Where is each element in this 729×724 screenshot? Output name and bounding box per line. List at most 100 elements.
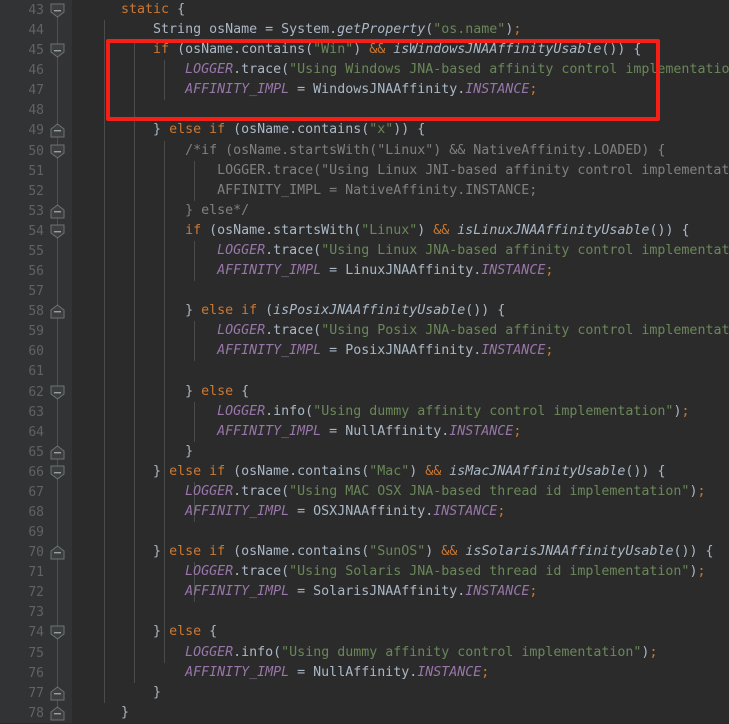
line-number-50: 50 — [28, 143, 44, 159]
line-number-73: 73 — [28, 605, 44, 621]
code-content-area[interactable]: static { String osName = System.getPrope… — [72, 0, 729, 723]
code-line-60[interactable]: AFFINITY_IMPL = PosixJNAAffinity.INSTANC… — [89, 341, 553, 361]
code-line-77[interactable]: } — [89, 683, 161, 703]
code-token: .trace( — [265, 242, 322, 258]
code-line-64[interactable]: AFFINITY_IMPL = NullAffinity.INSTANCE; — [89, 422, 521, 442]
code-token: ()) { — [625, 463, 666, 479]
code-token: = LinuxJNAAffinity. — [321, 263, 482, 279]
fold-minus-up-icon[interactable] — [50, 123, 65, 138]
code-line-47[interactable]: AFFINITY_IMPL = WindowsJNAAffinity.INSTA… — [89, 80, 537, 100]
code-token: INSTANCE — [481, 343, 546, 359]
code-line-66[interactable]: } else if (osName.contains("Mac") && isM… — [89, 462, 665, 482]
fold-minus-down-icon[interactable] — [50, 625, 65, 641]
fold-minus-up-icon[interactable] — [50, 204, 65, 219]
code-line-67[interactable]: LOGGER.trace("Using MAC OSX JNA-based th… — [89, 482, 705, 502]
fold-minus-down-icon[interactable] — [50, 385, 65, 400]
fold-minus-up-icon[interactable] — [50, 545, 65, 560]
code-token: else if — [169, 463, 226, 479]
code-line-45[interactable]: if (osName.contains("Win") && isWindowsJ… — [89, 40, 641, 60]
code-token: LOGGER — [217, 242, 266, 258]
code-line-59[interactable]: LOGGER.trace("Using Posix JNA-based affi… — [89, 321, 729, 341]
code-token: && — [441, 544, 458, 560]
line-number-72: 72 — [28, 585, 44, 601]
code-line-76[interactable]: AFFINITY_IMPL = NullAffinity.INSTANCE; — [89, 663, 489, 683]
code-token: "os.name" — [433, 22, 506, 38]
code-line-70[interactable]: } else if (osName.contains("SunOS") && i… — [89, 542, 713, 562]
line-number-62: 62 — [28, 384, 44, 400]
line-number-55: 55 — [28, 243, 44, 259]
code-line-43[interactable]: static { — [89, 0, 185, 20]
fold-minus-up-icon[interactable] — [50, 686, 65, 701]
code-line-58[interactable]: } else if (isPosixJNAAffinityUsable()) { — [89, 301, 505, 321]
code-token: "Using dummy affinity control implementa… — [313, 403, 674, 419]
code-token: (osName.contains( — [225, 544, 370, 560]
code-line-51[interactable]: LOGGER.trace("Using Linux JNI-based affi… — [89, 161, 729, 181]
code-editor[interactable]: 43 44 45 46 47 48 49 50 51 52 53 54 55 56 57 58 59 60 61 62… — [0, 0, 729, 723]
code-line-46[interactable]: LOGGER.trace("Using Windows JNA-based af… — [89, 60, 729, 80]
line-number-78: 78 — [28, 705, 44, 721]
code-token: ; — [545, 343, 554, 359]
code-line-54[interactable]: if (osName.startsWith("Linux") && isLinu… — [89, 221, 689, 241]
code-line-50[interactable]: /*if (osName.startsWith("Linux") && Nati… — [89, 141, 665, 161]
fold-minus-down-icon[interactable] — [50, 3, 65, 18]
code-line-56[interactable]: AFFINITY_IMPL = LinuxJNAAffinity.INSTANC… — [89, 261, 553, 281]
code-token: String osName = System. — [89, 22, 338, 38]
code-token: AFFINITY_IMPL — [185, 664, 290, 680]
code-token: "x" — [369, 122, 394, 138]
fold-minus-down-icon[interactable] — [50, 465, 65, 480]
code-token: LOGGER — [185, 62, 234, 78]
code-token: { — [201, 624, 218, 640]
code-token: && — [425, 463, 442, 479]
code-token: } — [89, 463, 170, 479]
code-token: ; — [513, 22, 522, 38]
code-line-63[interactable]: LOGGER.info("Using dummy affinity contro… — [89, 402, 689, 422]
code-line-75[interactable]: LOGGER.info("Using dummy affinity contro… — [89, 643, 657, 663]
line-number-68: 68 — [28, 505, 44, 520]
fold-minus-up-icon[interactable] — [50, 304, 65, 319]
line-number-66: 66 — [28, 464, 44, 480]
code-line-65[interactable]: } — [89, 442, 193, 462]
fold-minus-down-icon[interactable] — [50, 144, 65, 159]
code-token: getProperty — [337, 22, 426, 38]
code-token: { — [233, 383, 250, 399]
fold-minus-down-icon[interactable] — [50, 43, 65, 58]
code-token: } — [89, 544, 170, 560]
code-token: isMacJNAAffinityUsable — [449, 463, 626, 479]
code-line-74[interactable]: } else { — [89, 622, 217, 642]
code-token: /*if (osName.startsWith("Linux") && Nati… — [89, 142, 666, 158]
code-token: .trace( — [233, 483, 290, 499]
line-number-59: 59 — [28, 324, 44, 340]
code-token: isPosixJNAAffinityUsable — [273, 303, 466, 319]
line-number-43: 43 — [28, 3, 44, 18]
line-number-54: 54 — [28, 223, 44, 239]
code-line-44[interactable]: String osName = System.getProperty("os.n… — [89, 20, 521, 40]
code-token: ; — [545, 263, 554, 279]
code-token: ()) { — [465, 303, 506, 319]
code-line-68[interactable]: AFFINITY_IMPL = OSXJNAAffinity.INSTANCE; — [89, 502, 505, 522]
code-token: .trace( — [233, 564, 290, 580]
code-token: = OSXJNAAffinity. — [289, 504, 434, 519]
fold-minus-down-icon[interactable] — [50, 224, 65, 239]
code-line-53[interactable]: } else*/ — [89, 201, 249, 221]
fold-minus-up-icon[interactable] — [50, 706, 65, 721]
line-number-76: 76 — [28, 665, 44, 681]
code-token: ) — [409, 463, 426, 479]
code-line-62[interactable]: } else { — [89, 382, 249, 402]
code-line-52[interactable]: AFFINITY_IMPL = NativeAffinity.INSTANCE; — [89, 181, 537, 201]
code-line-55[interactable]: LOGGER.trace("Using Linux JNA-based affi… — [89, 241, 729, 261]
code-token: ; — [697, 564, 706, 580]
line-number-61: 61 — [28, 364, 44, 380]
code-line-72[interactable]: AFFINITY_IMPL = SolarisJNAAffinity.INSTA… — [89, 582, 537, 602]
code-token: INSTANCE — [465, 82, 530, 98]
code-token: LOGGER — [185, 644, 234, 660]
fold-minus-up-icon[interactable] — [50, 445, 65, 460]
code-line-71[interactable]: LOGGER.trace("Using Solaris JNA-based th… — [89, 562, 705, 582]
code-line-78[interactable]: } — [89, 703, 129, 723]
code-line-49[interactable]: } else if (osName.contains("x")) { — [89, 120, 425, 140]
code-token: (osName.contains( — [169, 42, 314, 58]
code-token: AFFINITY_IMPL — [217, 263, 322, 279]
